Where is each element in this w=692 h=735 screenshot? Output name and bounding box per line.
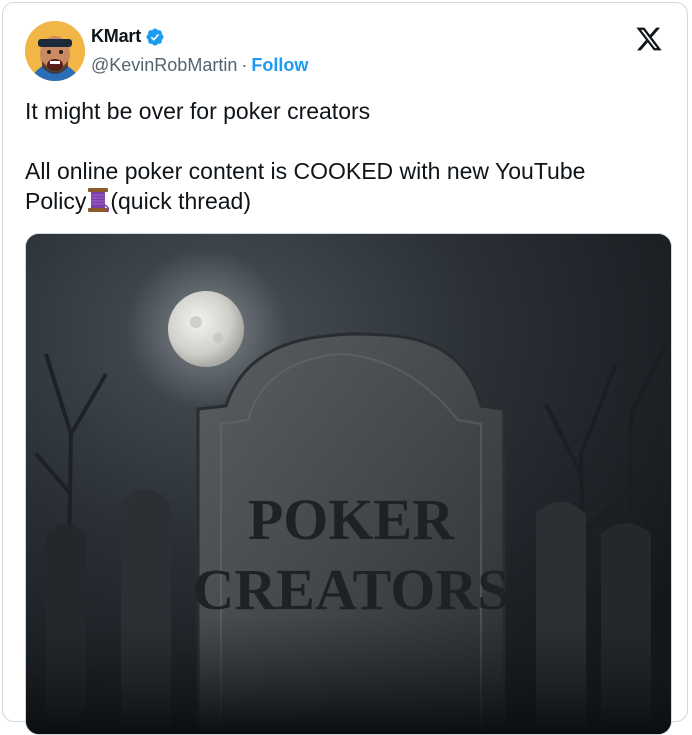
- tweet-card[interactable]: KMart @KevinRobMartin · Follow It might …: [2, 2, 688, 735]
- avatar[interactable]: [25, 21, 85, 81]
- thread-spool-emoji-icon: [87, 187, 110, 213]
- tweet-header: KMart @KevinRobMartin · Follow: [25, 21, 665, 83]
- verified-badge-icon: [145, 27, 165, 47]
- tweet-text: It might be over for poker creators All …: [25, 96, 665, 216]
- handle[interactable]: @KevinRobMartin: [91, 55, 237, 76]
- tweet-media-image[interactable]: POKER CREATORS: [25, 233, 672, 735]
- separator: ·: [241, 55, 248, 75]
- tweet-line-3-end: (quick thread): [110, 188, 251, 214]
- tombstone-text-line-2: CREATORS: [193, 557, 510, 622]
- display-name[interactable]: KMart: [91, 26, 141, 47]
- follow-button[interactable]: Follow: [251, 55, 308, 76]
- tweet-line-2: All online poker content is COOKED with …: [25, 158, 586, 184]
- handle-row: @KevinRobMartin · Follow: [91, 55, 308, 76]
- tweet-line-3: Policy (quick thread): [25, 186, 665, 216]
- tombstone-text-line-1: POKER: [248, 487, 455, 552]
- tweet-line-1: It might be over for poker creators: [25, 98, 371, 124]
- x-logo-icon[interactable]: [635, 25, 663, 53]
- tweet-line-3-start: Policy: [25, 188, 87, 214]
- name-row: KMart: [91, 26, 165, 47]
